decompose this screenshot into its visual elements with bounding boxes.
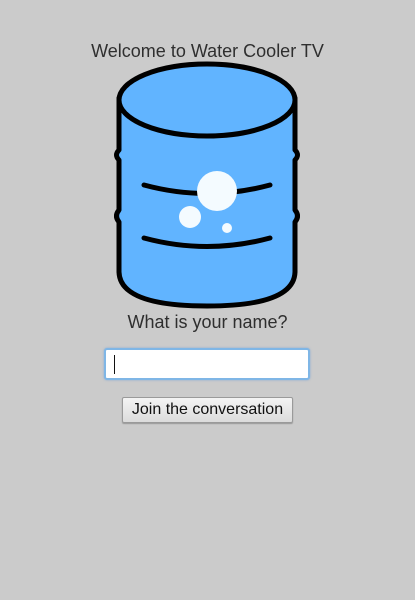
welcome-heading: Welcome to Water Cooler TV xyxy=(91,41,324,61)
name-input[interactable] xyxy=(104,348,310,380)
text-caret xyxy=(114,355,115,374)
water-cooler-bottle-icon xyxy=(114,61,300,309)
welcome-screen: Welcome to Water Cooler TV What is your … xyxy=(0,0,415,600)
name-question: What is your name? xyxy=(127,312,288,332)
join-conversation-button[interactable]: Join the conversation xyxy=(122,397,293,423)
